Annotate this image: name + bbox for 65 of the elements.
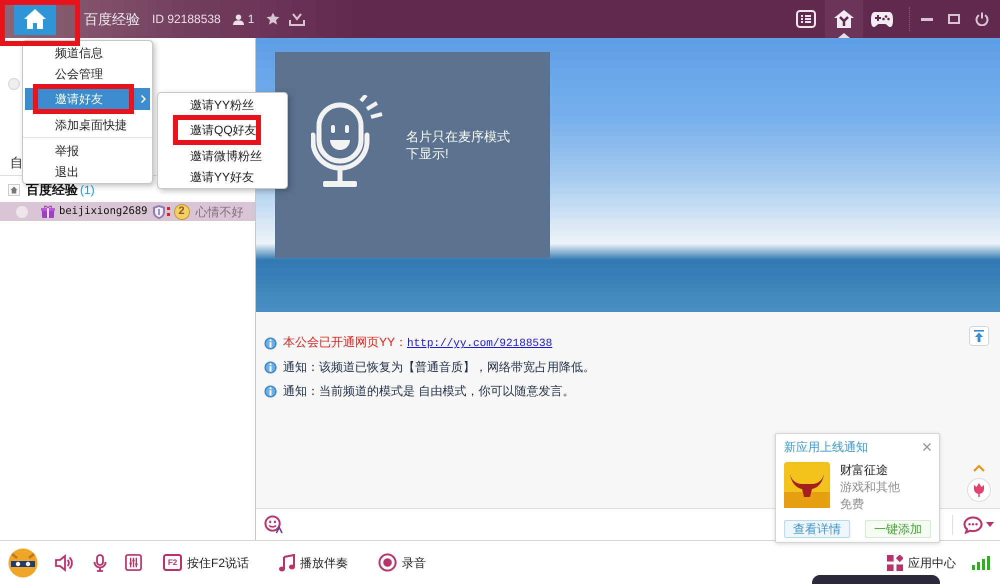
equalizer-icon[interactable] bbox=[125, 554, 142, 571]
microphone-icon[interactable] bbox=[93, 554, 107, 572]
f2-key: F2 bbox=[163, 554, 182, 571]
member-count: (1) bbox=[80, 182, 95, 199]
flower-button[interactable] bbox=[967, 478, 991, 502]
arrow-up-icon bbox=[974, 330, 984, 342]
card-message: 名片只在麦序模式下显示! bbox=[406, 128, 511, 162]
close-icon[interactable] bbox=[923, 443, 931, 451]
gift-icon bbox=[41, 204, 55, 218]
online-count: 1 bbox=[248, 11, 254, 28]
status-dots-icon bbox=[166, 206, 170, 216]
toolbar-action-button[interactable]: F2 按住F2说话 bbox=[163, 548, 250, 576]
toolbar-action-button[interactable]: 录音 bbox=[378, 548, 426, 576]
chevron-right-icon bbox=[141, 95, 146, 103]
house-icon bbox=[833, 9, 855, 29]
star-icon[interactable] bbox=[266, 12, 280, 26]
power-icon bbox=[975, 12, 989, 26]
submenu-item[interactable]: 邀请QQ好友 bbox=[158, 115, 287, 145]
notice-message: 本公会已开通网页YY：http://yy.com/92188538 bbox=[283, 334, 552, 352]
maximize-icon bbox=[948, 14, 960, 24]
app-center-button[interactable]: 应用中心 bbox=[887, 548, 956, 576]
app-grid-icon bbox=[887, 554, 903, 570]
speaker-icon[interactable] bbox=[55, 554, 73, 572]
home-icon bbox=[23, 8, 47, 30]
emoji-icon[interactable] bbox=[264, 515, 283, 534]
channel-name[interactable]: 百度经验 bbox=[84, 8, 140, 30]
member-name: beijixiong2689 bbox=[59, 204, 148, 219]
speech-bubble-icon[interactable] bbox=[963, 516, 983, 534]
caret-down-icon[interactable] bbox=[986, 522, 994, 527]
list-icon bbox=[796, 10, 816, 28]
toolbar-tab[interactable] bbox=[825, 0, 863, 38]
house-icon bbox=[8, 184, 20, 196]
minimize-icon bbox=[921, 18, 933, 20]
gamepad-icon bbox=[870, 10, 894, 28]
scroll-top-button[interactable] bbox=[969, 326, 989, 346]
toolbar-action-button[interactable]: 播放伴奏 bbox=[279, 548, 348, 576]
flower-icon bbox=[973, 483, 985, 497]
rank-badge: 2 bbox=[174, 204, 190, 220]
avatar-icon[interactable] bbox=[8, 548, 38, 578]
submenu-item[interactable]: 邀请YY好友 bbox=[158, 166, 287, 187]
signal-bars-icon bbox=[972, 556, 992, 570]
notice-message: 通知：当前频道的模式是 自由模式，你可以随意发言。 bbox=[283, 383, 574, 400]
submenu-item[interactable]: 邀请YY粉丝 bbox=[158, 94, 287, 115]
popup-title: 新应用上线通知 bbox=[784, 439, 868, 456]
member-row[interactable]: beijixiong2689 2 心情不好 bbox=[0, 202, 255, 221]
shield-icon bbox=[152, 204, 165, 218]
notice-message: 通知：该频道已恢复为【普通音质】，网络带宽占用降低。 bbox=[283, 359, 595, 376]
home-button[interactable] bbox=[14, 3, 56, 35]
app-name: 财富征途 bbox=[840, 462, 889, 479]
group-name[interactable]: 百度经验 bbox=[26, 180, 78, 200]
user-icon bbox=[232, 14, 244, 24]
music-note-icon bbox=[279, 554, 296, 572]
submenu-item[interactable]: 邀请微博粉丝 bbox=[158, 145, 287, 166]
info-icon bbox=[264, 336, 277, 350]
info-icon bbox=[264, 384, 277, 398]
panel-tab-label[interactable]: 自 bbox=[10, 152, 23, 172]
member-mood: 心情不好 bbox=[196, 204, 244, 220]
record-icon bbox=[378, 553, 398, 572]
app-logo-icon bbox=[784, 462, 830, 508]
download-icon[interactable] bbox=[289, 12, 306, 26]
app-description: 游戏和其他 bbox=[840, 479, 900, 496]
info-icon bbox=[264, 360, 277, 374]
url-link[interactable]: http://yy.com/92188538 bbox=[407, 338, 552, 350]
channel-id: ID 92188538 bbox=[152, 11, 221, 28]
app-description: 免费 bbox=[840, 496, 865, 513]
